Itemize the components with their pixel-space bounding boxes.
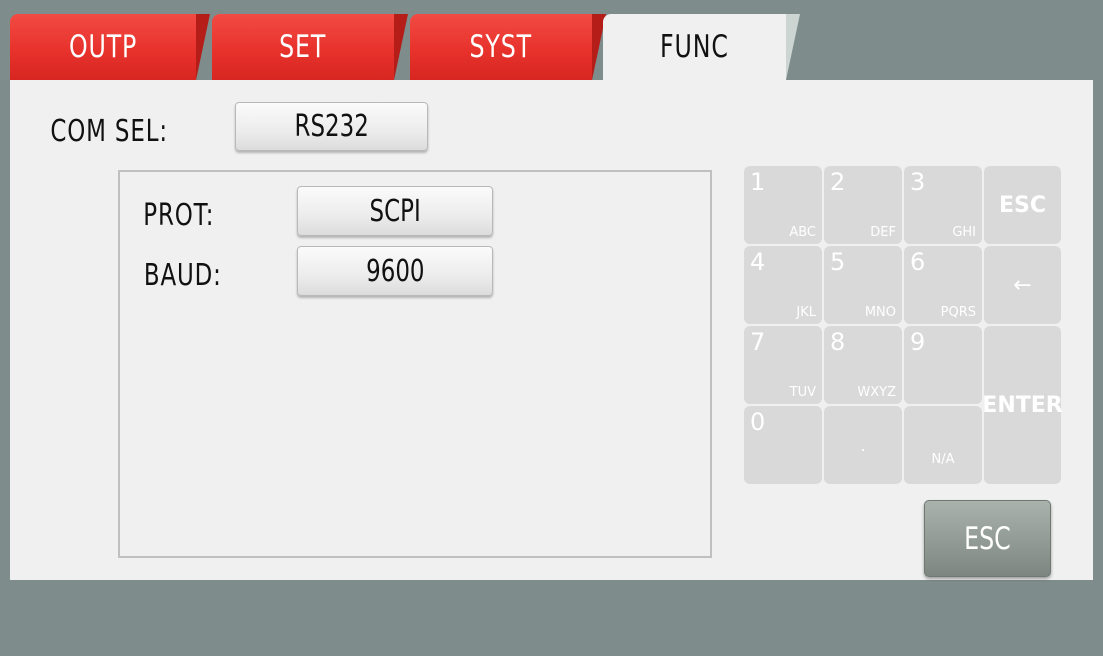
- backspace-icon: ←: [1013, 272, 1032, 298]
- key-3[interactable]: 3 GHI: [904, 166, 982, 244]
- key-backspace[interactable]: ←: [984, 246, 1061, 324]
- tab-set-label: SET: [279, 29, 327, 65]
- key-0[interactable]: 0: [744, 406, 822, 484]
- tab-outp-label: OUTP: [68, 29, 138, 65]
- baud-label: BAUD:: [143, 258, 222, 293]
- key-8[interactable]: 8 WXYZ: [824, 326, 902, 404]
- key-enter[interactable]: ENTER: [982, 326, 1063, 484]
- tab-func-label: FUNC: [660, 29, 729, 65]
- prot-button[interactable]: SCPI: [297, 186, 493, 236]
- key-6[interactable]: 6 PQRS: [904, 246, 982, 324]
- tab-set[interactable]: SET: [212, 14, 408, 80]
- key-dot[interactable]: .: [824, 406, 902, 484]
- prot-label: PROT:: [143, 198, 215, 233]
- key-4[interactable]: 4 JKL: [744, 246, 822, 324]
- key-1[interactable]: 1 ABC: [744, 166, 822, 244]
- baud-button[interactable]: 9600: [297, 246, 493, 296]
- tab-syst-label: SYST: [469, 29, 533, 65]
- key-5[interactable]: 5 MNO: [824, 246, 902, 324]
- main-panel: COM SEL: RS232 PROT: SCPI BAUD: 9600 1 A…: [10, 80, 1093, 580]
- key-na[interactable]: N/A: [904, 406, 982, 484]
- com-sel-label: COM SEL:: [50, 114, 168, 149]
- esc-button[interactable]: ESC: [924, 500, 1051, 577]
- tab-outp[interactable]: OUTP: [10, 14, 210, 80]
- key-9[interactable]: 9: [904, 326, 982, 404]
- key-7[interactable]: 7 TUV: [744, 326, 822, 404]
- key-esc[interactable]: ESC: [984, 166, 1061, 244]
- tab-syst[interactable]: SYST: [410, 14, 606, 80]
- settings-box: PROT: SCPI BAUD: 9600: [118, 170, 712, 558]
- com-sel-button[interactable]: RS232: [235, 102, 428, 151]
- tab-func[interactable]: FUNC: [603, 14, 800, 80]
- key-2[interactable]: 2 DEF: [824, 166, 902, 244]
